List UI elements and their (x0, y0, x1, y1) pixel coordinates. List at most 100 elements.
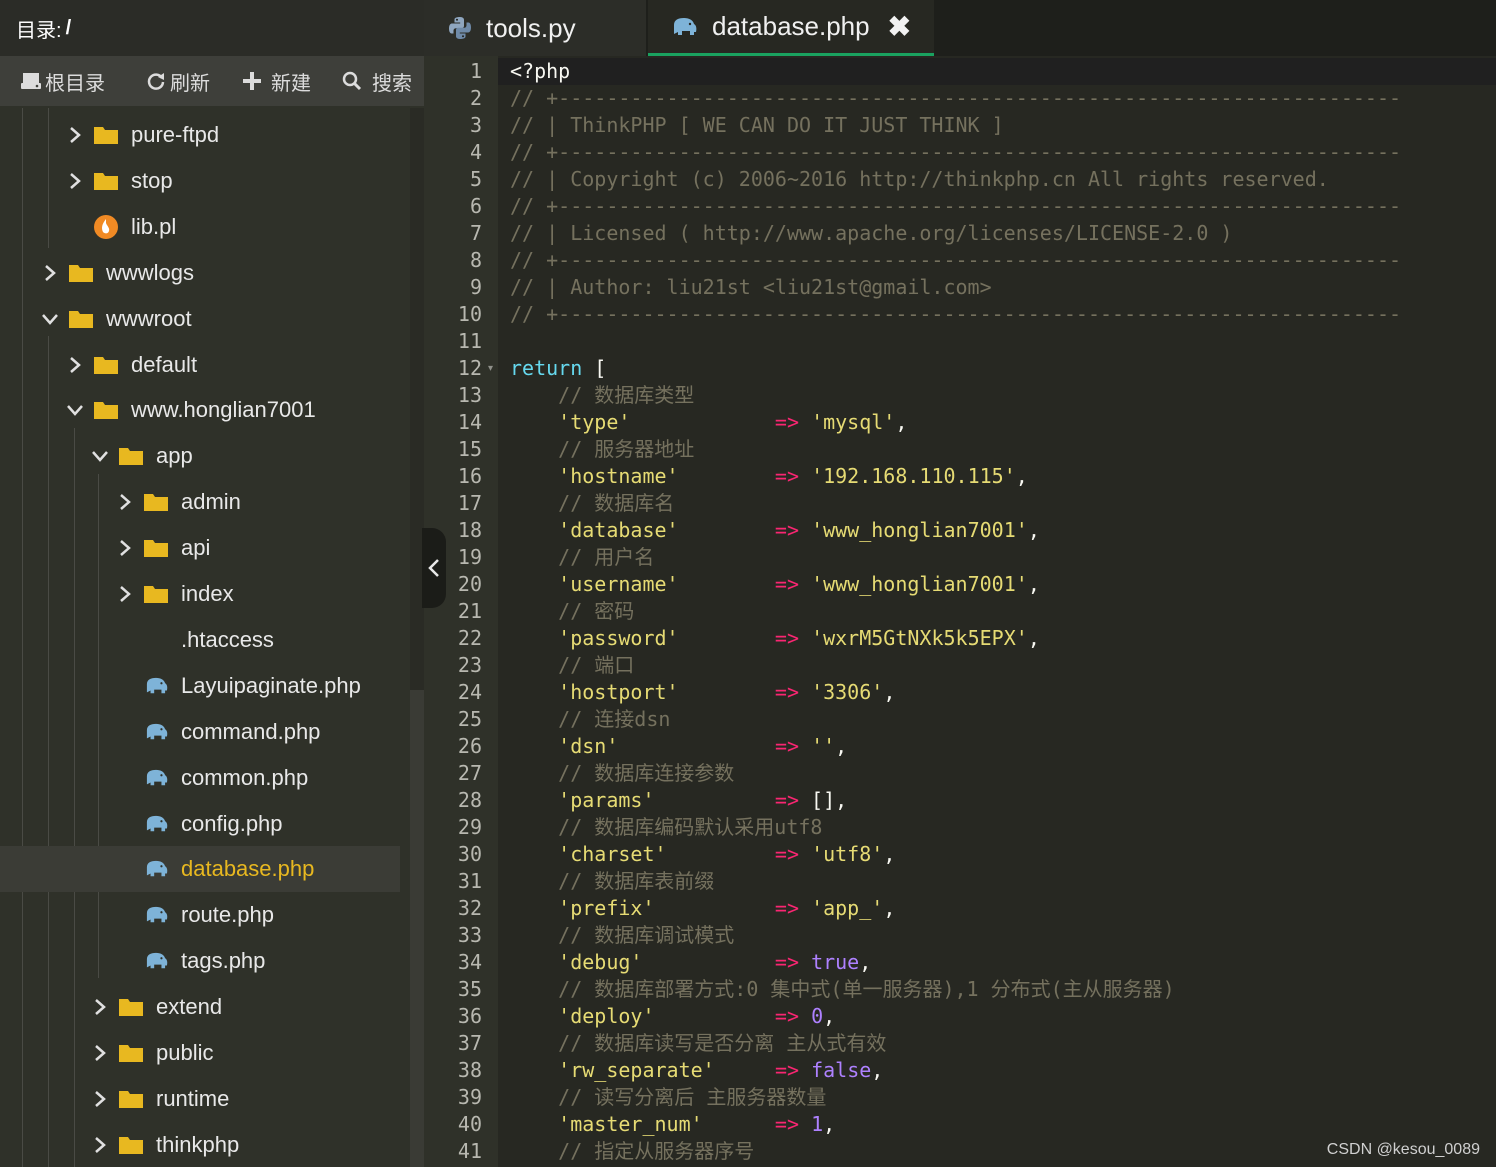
chevron-down-icon[interactable] (90, 446, 110, 466)
code-line[interactable]: 'params' => [], (510, 787, 847, 814)
code-line[interactable]: // 读写分离后 主服务器数量 (510, 1084, 826, 1111)
tree-item[interactable]: .htaccess (0, 617, 400, 663)
code-line[interactable]: // 数据库调试模式 (510, 922, 734, 949)
code-line[interactable]: // 端口 (510, 652, 634, 679)
code-line[interactable]: // +------------------------------------… (510, 139, 1401, 166)
code-line[interactable]: // 数据库连接参数 (510, 760, 734, 787)
tree-item[interactable]: database.php (0, 846, 400, 893)
code-line[interactable]: // | Copyright (c) 2006~2016 http://thin… (510, 166, 1329, 193)
tree-item-label: .htaccess (181, 626, 274, 652)
code-line[interactable]: // 数据库读写是否分离 主从式有效 (510, 1030, 886, 1057)
code-line[interactable]: // 密码 (510, 598, 634, 625)
tree-item[interactable]: command.php (0, 709, 400, 755)
line-number: 10 (457, 302, 482, 326)
tree-item[interactable]: wwwroot (0, 296, 400, 342)
code-line[interactable]: // 连接dsn (510, 706, 670, 733)
tree-item-label: lib.pl (131, 213, 177, 239)
chevron-right-icon[interactable] (90, 1089, 110, 1109)
tree-item[interactable]: common.php (0, 755, 400, 801)
code-line[interactable]: 'username' => 'www_honglian7001', (510, 571, 1040, 598)
chevron-right-icon[interactable] (90, 997, 110, 1017)
code-line[interactable]: // +------------------------------------… (510, 85, 1401, 112)
code-line[interactable]: 'deploy' => 0, (510, 1003, 835, 1030)
tree-item[interactable]: wwwlogs (0, 250, 400, 296)
code-line[interactable]: // 数据库类型 (510, 382, 694, 409)
code-line[interactable]: // +------------------------------------… (510, 193, 1401, 220)
code-line[interactable]: // | Licensed ( http://www.apache.org/li… (510, 220, 1232, 247)
code-line[interactable]: 'charset' => 'utf8', (510, 841, 895, 868)
tree-item[interactable]: tags.php (0, 938, 400, 984)
chevron-right-icon[interactable] (65, 355, 85, 375)
code-line[interactable]: 'prefix' => 'app_', (510, 895, 895, 922)
tree-item[interactable]: route.php (0, 892, 400, 938)
code-line[interactable]: // | ThinkPHP [ WE CAN DO IT JUST THINK … (510, 112, 1004, 139)
chevron-right-icon[interactable] (65, 171, 85, 191)
tab-database-php[interactable]: database.php ✖ (648, 0, 934, 56)
code-token: , (1027, 572, 1040, 596)
code-line[interactable]: 'master_num' => 1, (510, 1111, 835, 1138)
explorer-toolbar: 根目录 刷新 新建 搜索 (0, 56, 424, 106)
chevron-right-icon[interactable] (90, 1043, 110, 1063)
refresh-button[interactable]: 刷新 (145, 67, 210, 96)
folder-icon (143, 583, 169, 605)
chevron-right-icon[interactable] (115, 584, 135, 604)
tree-item[interactable]: www.honglian7001 (0, 387, 400, 433)
tree-item[interactable]: thinkphp (0, 1122, 400, 1167)
code-line[interactable]: 'dsn' => '', (510, 733, 847, 760)
collapse-sidebar-button[interactable] (422, 528, 446, 608)
close-tab-icon[interactable]: ✖ (888, 10, 911, 43)
code-line[interactable]: // +------------------------------------… (510, 247, 1401, 274)
line-number: 29 (457, 815, 482, 839)
code-line[interactable]: // +------------------------------------… (510, 301, 1401, 328)
tree-item[interactable]: app (0, 433, 400, 479)
code-line[interactable]: 'rw_separate' => false, (510, 1057, 883, 1084)
code-line[interactable]: // 指定从服务器序号 (510, 1138, 754, 1165)
tab-tools-py[interactable]: tools.py (424, 0, 646, 56)
code-line[interactable]: // 数据库编码默认采用utf8 (510, 814, 822, 841)
code-line[interactable]: // 用户名 (510, 544, 654, 571)
code-line[interactable]: <?php (510, 58, 570, 85)
code-line[interactable]: 'hostport' => '3306', (510, 679, 895, 706)
tree-item[interactable]: config.php (0, 801, 400, 847)
chevron-right-icon[interactable] (115, 538, 135, 558)
code-editor[interactable]: 1 2 3 4 5 6 7 8 9 10 11 12 ▾ 13 14 15 16 17 18 19 20 21 22 23 24… (424, 56, 1496, 1167)
code-line[interactable]: // | Author: liu21st <liu21st@gmail.com> (510, 274, 992, 301)
tree-item[interactable]: runtime (0, 1076, 400, 1122)
chevron-down-icon[interactable] (65, 400, 85, 420)
code-line[interactable]: 'type' => 'mysql', (510, 409, 907, 436)
chevron-right-icon[interactable] (90, 1135, 110, 1155)
tree-item[interactable]: extend (0, 984, 400, 1030)
tree-item[interactable]: Layuipaginate.php (0, 663, 400, 709)
code-line[interactable]: // 数据库部署方式:0 集中式(单一服务器),1 分布式(主从服务器) (510, 976, 1175, 1003)
code-line[interactable]: 'password' => 'wxrM5GtNXk5k5EPX', (510, 625, 1040, 652)
code-line[interactable]: // 数据库名 (510, 490, 674, 517)
tree-item[interactable]: pure-ftpd (0, 112, 400, 158)
chevron-right-icon[interactable] (40, 263, 60, 283)
code-line[interactable]: 'debug' => true, (510, 949, 871, 976)
tree-item[interactable]: public (0, 1030, 400, 1076)
line-number: 3 (469, 113, 482, 137)
search-button[interactable]: 搜索 (341, 67, 412, 96)
code-line[interactable]: 'hostname' => '192.168.110.115', (510, 463, 1028, 490)
code-line[interactable]: // 服务器地址 (510, 436, 694, 463)
chevron-down-icon[interactable] (40, 309, 60, 329)
tree-item[interactable]: index (0, 571, 400, 617)
sidebar-scrollbar-thumb[interactable] (410, 690, 424, 1167)
tree-item[interactable]: lib.pl (0, 204, 400, 250)
chevron-right-icon[interactable] (65, 125, 85, 145)
code-line[interactable]: 'database' => 'www_honglian7001', (510, 517, 1040, 544)
tree-item[interactable]: admin (0, 479, 400, 525)
chevron-right-icon[interactable] (115, 492, 135, 512)
code-line[interactable]: return [ (510, 355, 606, 382)
new-button[interactable]: 新建 (240, 67, 311, 96)
code-line[interactable]: // 数据库表前缀 (510, 868, 714, 895)
root-dir-button[interactable]: 根目录 (20, 67, 105, 96)
tree-item[interactable]: stop (0, 158, 400, 204)
tree-item[interactable]: default (0, 342, 400, 388)
tree-item[interactable]: api (0, 525, 400, 571)
fold-arrow-icon[interactable]: ▾ (488, 363, 493, 374)
